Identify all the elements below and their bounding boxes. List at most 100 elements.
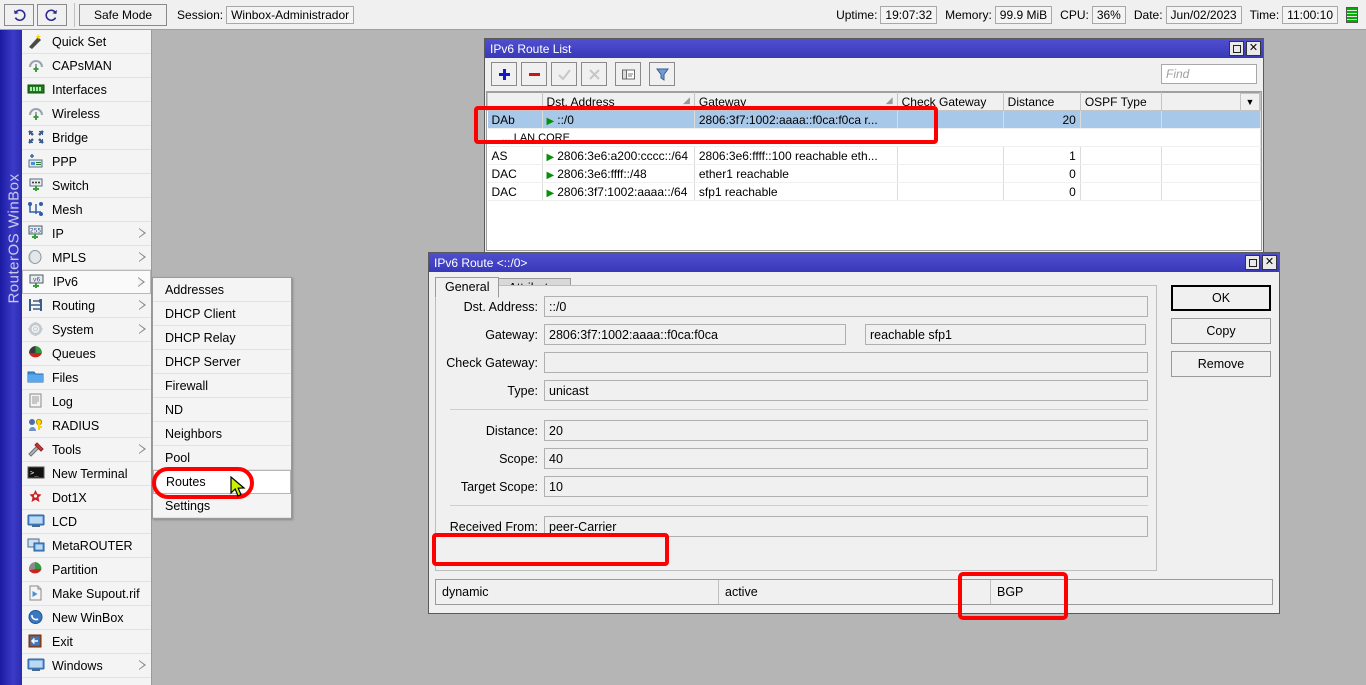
sidebar-item-queues[interactable]: Queues bbox=[22, 342, 151, 366]
submenu-item-pool[interactable]: Pool bbox=[153, 446, 291, 470]
submenu-item-neighbors[interactable]: Neighbors bbox=[153, 422, 291, 446]
sidebar-item-label: Log bbox=[52, 395, 73, 409]
sidebar-item-label: LCD bbox=[52, 515, 77, 529]
enable-route-button[interactable] bbox=[551, 62, 577, 86]
sidebar-item-new-winbox[interactable]: New WinBox bbox=[22, 606, 151, 630]
sidebar-item-exit[interactable]: Exit bbox=[22, 630, 151, 654]
undo-button[interactable] bbox=[4, 4, 34, 26]
add-route-button[interactable] bbox=[491, 62, 517, 86]
target-scope-input[interactable]: 10 bbox=[544, 476, 1148, 497]
received-from-row: Received From: peer-Carrier bbox=[436, 514, 1156, 539]
column-header-distance[interactable]: Distance bbox=[1003, 93, 1080, 111]
sidebar-item-capsman[interactable]: CAPsMAN bbox=[22, 54, 151, 78]
cell-gateway: 2806:3e6:ffff::100 reachable eth... bbox=[694, 147, 897, 165]
received-from-input[interactable]: peer-Carrier bbox=[544, 516, 1148, 537]
sidebar-item-quick-set[interactable]: Quick Set bbox=[22, 30, 151, 54]
submenu-item-firewall[interactable]: Firewall bbox=[153, 374, 291, 398]
log-icon bbox=[27, 393, 46, 410]
winbox-icon bbox=[27, 609, 45, 625]
table-row[interactable]: AS▶2806:3e6:a200:cccc::/642806:3e6:ffff:… bbox=[488, 147, 1261, 165]
sidebar-item-partition[interactable]: Partition bbox=[22, 558, 151, 582]
sidebar-item-ppp[interactable]: PPP bbox=[22, 150, 151, 174]
sidebar-item-metarouter[interactable]: MetaROUTER bbox=[22, 534, 151, 558]
remove-route-button[interactable] bbox=[521, 62, 547, 86]
column-header-dst-address[interactable]: Dst. Address◢ bbox=[542, 93, 694, 111]
dialog-status-bar: dynamic active BGP bbox=[435, 579, 1273, 605]
sidebar-item-files[interactable]: Files bbox=[22, 366, 151, 390]
safe-mode-button[interactable]: Safe Mode bbox=[79, 4, 167, 26]
sidebar-item-bridge[interactable]: Bridge bbox=[22, 126, 151, 150]
sidebar-item-lcd[interactable]: LCD bbox=[22, 510, 151, 534]
sidebar-item-label: Windows bbox=[52, 659, 103, 673]
tab-general[interactable]: General bbox=[435, 277, 499, 298]
gateway-label: Gateway: bbox=[436, 328, 544, 342]
sidebar-item-mpls[interactable]: MPLS bbox=[22, 246, 151, 270]
find-placeholder: Find bbox=[1166, 67, 1189, 81]
remove-button-label: Remove bbox=[1198, 357, 1245, 371]
disable-route-button[interactable] bbox=[581, 62, 607, 86]
cell-ospf-type bbox=[1080, 147, 1161, 165]
sidebar-item-wireless[interactable]: Wireless bbox=[22, 102, 151, 126]
filter-button[interactable] bbox=[649, 62, 675, 86]
route-dialog-titlebar[interactable]: IPv6 Route <::/0> ✕ bbox=[429, 253, 1279, 272]
sidebar-item-interfaces[interactable]: Interfaces bbox=[22, 78, 151, 102]
column-header-blank-0[interactable] bbox=[488, 93, 543, 111]
sidebar-item-dot1x[interactable]: Dot1X bbox=[22, 486, 151, 510]
gateway-input[interactable]: 2806:3f7:1002:aaaa::f0ca:f0ca bbox=[544, 324, 846, 345]
type-row: Type: unicast bbox=[436, 378, 1156, 403]
submenu-item-dhcp-relay[interactable]: DHCP Relay bbox=[153, 326, 291, 350]
tools-icon bbox=[27, 441, 45, 457]
chevron-right-icon bbox=[139, 660, 146, 670]
table-row[interactable]: DAC▶2806:3e6:ffff::/48ether1 reachable0 bbox=[488, 165, 1261, 183]
submenu-item-dhcp-client[interactable]: DHCP Client bbox=[153, 302, 291, 326]
route-table-body: DAb▶::/02806:3f7:1002:aaaa::f0ca:f0ca r.… bbox=[488, 111, 1261, 201]
remove-button[interactable]: Remove bbox=[1171, 351, 1271, 377]
scope-row: Scope: 40 bbox=[436, 446, 1156, 471]
copy-button[interactable]: Copy bbox=[1171, 318, 1271, 344]
submenu-item-dhcp-server[interactable]: DHCP Server bbox=[153, 350, 291, 374]
sidebar-item-system[interactable]: System bbox=[22, 318, 151, 342]
sidebar-item-ip[interactable]: 255IP bbox=[22, 222, 151, 246]
ok-button[interactable]: OK bbox=[1171, 285, 1271, 311]
submenu-item-routes[interactable]: Routes bbox=[153, 470, 291, 494]
route-list-titlebar[interactable]: IPv6 Route List ✕ bbox=[485, 39, 1263, 58]
redo-button[interactable] bbox=[37, 4, 67, 26]
close-button[interactable]: ✕ bbox=[1246, 41, 1261, 56]
radius-key-icon bbox=[27, 417, 46, 434]
dialog-maximize-button[interactable] bbox=[1245, 255, 1260, 270]
check-gateway-input[interactable] bbox=[544, 352, 1148, 373]
sidebar-item-log[interactable]: Log bbox=[22, 390, 151, 414]
find-input[interactable]: Find bbox=[1161, 64, 1257, 84]
column-header-ospf-type[interactable]: OSPF Type bbox=[1080, 93, 1161, 111]
sidebar-item-make-supout-rif[interactable]: Make Supout.rif bbox=[22, 582, 151, 606]
cell-gateway: sfp1 reachable bbox=[694, 183, 897, 201]
sidebar-item-routing[interactable]: Routing bbox=[22, 294, 151, 318]
type-input[interactable]: unicast bbox=[544, 380, 1148, 401]
antenna-icon bbox=[27, 57, 45, 73]
sidebar-item-mesh[interactable]: Mesh bbox=[22, 198, 151, 222]
uptime-label: Uptime: bbox=[836, 8, 877, 22]
maximize-button[interactable] bbox=[1229, 41, 1244, 56]
sidebar-item-windows[interactable]: Windows bbox=[22, 654, 151, 678]
distance-input[interactable]: 20 bbox=[544, 420, 1148, 441]
sidebar-item-new-terminal[interactable]: >_New Terminal bbox=[22, 462, 151, 486]
sidebar-item-label: Tools bbox=[52, 443, 81, 457]
sidebar-item-switch[interactable]: Switch bbox=[22, 174, 151, 198]
table-row[interactable]: DAb▶::/02806:3f7:1002:aaaa::f0ca:f0ca r.… bbox=[488, 111, 1261, 129]
comment-route-button[interactable] bbox=[615, 62, 641, 86]
sidebar-item-ipv6[interactable]: v6IPv6 bbox=[22, 270, 151, 294]
submenu-item-label: DHCP Server bbox=[165, 355, 240, 369]
column-header-gateway[interactable]: Gateway◢ bbox=[694, 93, 897, 111]
table-row[interactable]: DAC▶2806:3f7:1002:aaaa::/64sfp1 reachabl… bbox=[488, 183, 1261, 201]
column-chooser-button[interactable]: ▼ bbox=[1240, 93, 1260, 111]
dialog-close-button[interactable]: ✕ bbox=[1262, 255, 1277, 270]
column-header-check-gateway[interactable]: Check Gateway bbox=[897, 93, 1003, 111]
submenu-item-settings[interactable]: Settings bbox=[153, 494, 291, 518]
scope-input[interactable]: 40 bbox=[544, 448, 1148, 469]
sidebar-item-tools[interactable]: Tools bbox=[22, 438, 151, 462]
supout-icon bbox=[27, 585, 45, 601]
sidebar-item-radius[interactable]: RADIUS bbox=[22, 414, 151, 438]
dst-address-input[interactable]: ::/0 bbox=[544, 296, 1148, 317]
submenu-item-addresses[interactable]: Addresses bbox=[153, 278, 291, 302]
submenu-item-nd[interactable]: ND bbox=[153, 398, 291, 422]
